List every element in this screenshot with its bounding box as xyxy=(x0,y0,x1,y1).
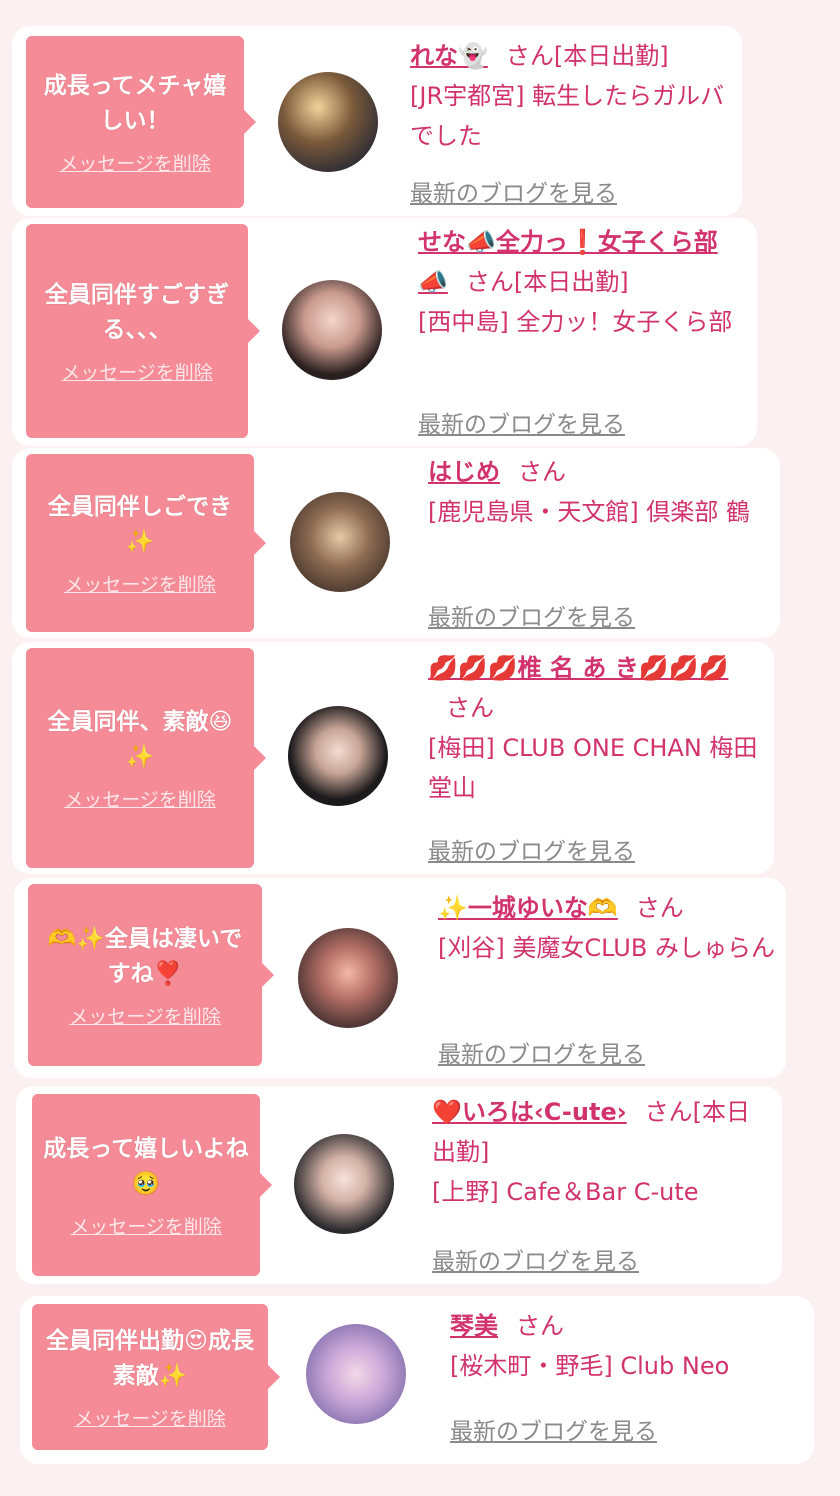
blog-link[interactable]: 最新のブログを見る xyxy=(438,1035,645,1069)
avatar[interactable] xyxy=(288,706,388,806)
message-text: 🫶✨全員は凄いですね❣️ xyxy=(47,925,243,987)
avatar[interactable] xyxy=(290,492,390,592)
avatar[interactable] xyxy=(298,928,398,1028)
area-label: [梅田] xyxy=(428,734,495,762)
honorific: さん xyxy=(446,694,494,722)
honorific: さん xyxy=(518,458,566,486)
message-text: 全員同伴すごすぎる、、、 xyxy=(44,281,230,343)
delete-message-link[interactable]: メッセージを削除 xyxy=(69,1002,221,1029)
avatar[interactable] xyxy=(278,72,378,172)
blog-link[interactable]: 最新のブログを見る xyxy=(428,832,635,866)
message-text: 全員同伴、素敵😆✨ xyxy=(47,708,233,770)
blog-link[interactable]: 最新のブログを見る xyxy=(418,405,625,439)
message-bubble: 全員同伴出勤😍成長素敵✨ メッセージを削除 xyxy=(32,1304,280,1450)
avatar[interactable] xyxy=(282,280,382,380)
area-label: [鹿児島県・天文館] xyxy=(428,498,639,526)
cast-info: 💋💋💋椎 名 あ き💋💋💋さん [梅田] CLUB ONE CHAN 梅田堂山 xyxy=(428,648,763,808)
cast-info: 琴美 さん [桜木町・野毛] Club Neo xyxy=(450,1306,790,1386)
area-label: [JR宇都宮] xyxy=(410,82,525,110)
cast-name-link[interactable]: れな👻 xyxy=(410,42,488,70)
cast-info: はじめ さん [鹿児島県・天文館] 倶楽部 鶴 xyxy=(428,452,763,532)
message-bubble: 全員同伴すごすぎる、、、 メッセージを削除 xyxy=(26,224,260,438)
area-label: [桜木町・野毛] xyxy=(450,1352,613,1380)
status-badge: [本日出勤] xyxy=(553,42,669,70)
avatar[interactable] xyxy=(294,1134,394,1234)
cast-name-link[interactable]: はじめ xyxy=(428,458,500,486)
cast-name-link[interactable]: 💋💋💋椎 名 あ き💋💋💋 xyxy=(428,654,728,682)
cast-name-link[interactable]: 琴美 xyxy=(450,1312,498,1340)
message-bubble: 成長ってメチャ嬉しい！ メッセージを削除 xyxy=(26,36,256,208)
cast-info: せな📣全力っ❗女子くら部📣 さん[本日出勤] [西中島] 全力ッ！女子くら部 xyxy=(418,222,738,342)
area-label: [刈谷] xyxy=(438,934,505,962)
honorific: さん xyxy=(465,268,514,296)
honorific: さん xyxy=(516,1312,564,1340)
message-text: 全員同伴しごでき✨ xyxy=(47,493,233,555)
shop-name: Cafe＆Bar C-ute xyxy=(506,1178,699,1206)
shop-name: 美魔女CLUB みしゅらん xyxy=(512,934,775,962)
delete-message-link[interactable]: メッセージを削除 xyxy=(74,1404,226,1431)
cast-info: ✨一城ゆいな🫶 さん [刈谷] 美魔女CLUB みしゅらん xyxy=(438,888,778,968)
message-bubble: 全員同伴しごでき✨ メッセージを削除 xyxy=(26,454,266,632)
message-bubble: 🫶✨全員は凄いですね❣️ メッセージを削除 xyxy=(28,884,274,1066)
delete-message-link[interactable]: メッセージを削除 xyxy=(64,570,216,597)
shop-name: Club Neo xyxy=(620,1352,730,1380)
cast-info: れな👻 さん[本日出勤] [JR宇都宮] 転生したらガルバでした xyxy=(410,36,730,156)
message-text: 全員同伴出勤😍成長素敵✨ xyxy=(46,1327,254,1389)
area-label: [西中島] xyxy=(418,308,509,336)
blog-link[interactable]: 最新のブログを見る xyxy=(428,598,635,632)
message-bubble: 全員同伴、素敵😆✨ メッセージを削除 xyxy=(26,648,266,868)
delete-message-link[interactable]: メッセージを削除 xyxy=(59,149,211,176)
honorific: さん xyxy=(635,894,684,922)
cast-name-link[interactable]: ❤️いろは‹C-ute› xyxy=(432,1098,627,1126)
shop-name: 全力ッ！女子くら部 xyxy=(516,308,733,336)
honorific: さん xyxy=(505,42,554,70)
cast-name-link[interactable]: ✨一城ゆいな🫶 xyxy=(438,894,618,922)
avatar[interactable] xyxy=(306,1324,406,1424)
message-bubble: 成長って嬉しいよね🥹 メッセージを削除 xyxy=(32,1094,272,1276)
delete-message-link[interactable]: メッセージを削除 xyxy=(70,1212,222,1239)
delete-message-link[interactable]: メッセージを削除 xyxy=(61,358,213,385)
blog-link[interactable]: 最新のブログを見る xyxy=(410,174,617,208)
status-badge: [本日出勤] xyxy=(513,268,629,296)
shop-name: 倶楽部 鶴 xyxy=(646,498,751,526)
message-text: 成長って嬉しいよね🥹 xyxy=(43,1135,249,1197)
blog-link[interactable]: 最新のブログを見る xyxy=(432,1242,639,1276)
cast-info: ❤️いろは‹C-ute› さん[本日出勤] [上野] Cafe＆Bar C-ute xyxy=(432,1092,772,1212)
blog-link[interactable]: 最新のブログを見る xyxy=(450,1412,657,1446)
area-label: [上野] xyxy=(432,1178,499,1206)
delete-message-link[interactable]: メッセージを削除 xyxy=(64,785,216,812)
message-text: 成長ってメチャ嬉しい！ xyxy=(43,72,227,134)
honorific: さん xyxy=(644,1098,693,1126)
